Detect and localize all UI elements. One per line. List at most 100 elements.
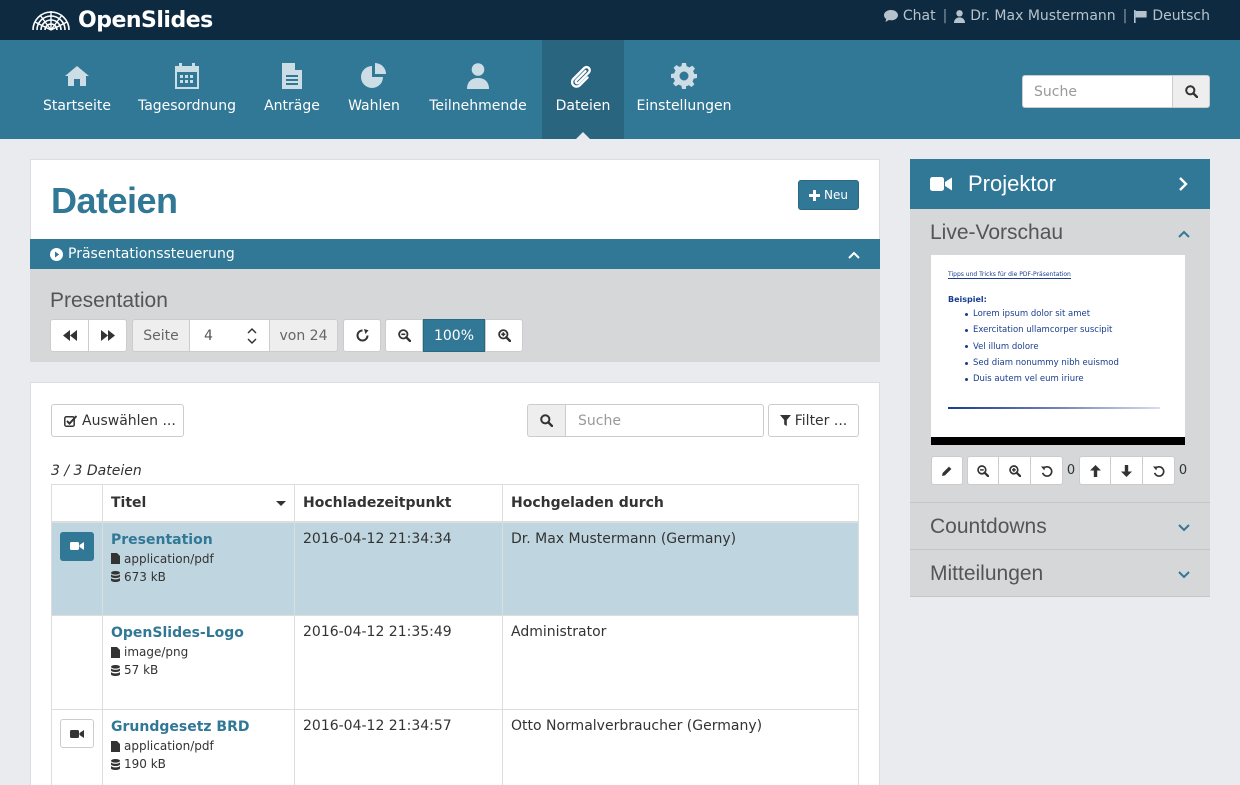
projector-zoom-in-button[interactable] — [999, 456, 1031, 485]
separator: | — [942, 8, 948, 24]
projector-header[interactable]: Projektor — [910, 159, 1210, 209]
file-size: 57 kB — [111, 663, 286, 677]
chevron-down-icon[interactable] — [1178, 567, 1190, 583]
separator: | — [1122, 8, 1128, 24]
nav-item-antraege[interactable]: Anträge — [250, 40, 334, 139]
comment-icon — [883, 10, 898, 22]
countdowns-panel[interactable]: Countdowns — [910, 503, 1210, 550]
chevron-right-icon[interactable] — [1178, 176, 1188, 196]
file-icon — [111, 553, 120, 564]
project-button[interactable] — [60, 719, 94, 748]
check-square-icon — [64, 414, 77, 427]
page-number-value: 4 — [204, 327, 213, 344]
upload-time-cell: 2016-04-12 21:34:57 — [294, 709, 503, 785]
upload-time-cell: 2016-04-12 21:35:49 — [294, 615, 503, 710]
slide-subtitle: Beispiel: — [948, 295, 987, 304]
logo-text: OpenSlides — [78, 7, 213, 33]
files-search-input[interactable] — [566, 404, 764, 437]
project-button[interactable] — [60, 531, 94, 561]
arrow-down-icon — [1121, 464, 1132, 477]
logo-icon — [32, 11, 70, 31]
nav-item-dateien[interactable]: Dateien — [542, 40, 624, 140]
reload-button[interactable] — [343, 319, 381, 352]
file-title-link[interactable]: OpenSlides-Logo — [111, 625, 286, 641]
file-text-icon — [281, 62, 303, 90]
global-search-button[interactable] — [1172, 75, 1210, 108]
uploader-cell: Otto Normalverbraucher (Germany) — [502, 709, 859, 785]
nav-item-teilnehmende[interactable]: Teilnehmende — [414, 40, 542, 139]
scroll-reset-button[interactable] — [1143, 456, 1175, 485]
file-title-link[interactable]: Presentation — [111, 532, 286, 548]
forward-icon — [100, 330, 115, 341]
active-caret — [575, 132, 591, 140]
chevron-down-icon[interactable] — [1178, 520, 1190, 536]
nav-label: Einstellungen — [636, 98, 732, 114]
next-page-button[interactable] — [89, 319, 127, 352]
file-size-value: 190 kB — [124, 757, 166, 771]
projector-zoom-out-button[interactable] — [967, 456, 999, 485]
zoom-in-button[interactable] — [485, 319, 523, 352]
select-mode-button[interactable]: Auswählen ... — [51, 404, 184, 437]
user-name: Dr. Max Mustermann — [970, 8, 1116, 24]
scroll-down-button[interactable] — [1111, 456, 1143, 485]
title-cell: Presentation application/pdf 673 kB — [102, 521, 295, 616]
user-menu[interactable]: Dr. Max Mustermann — [954, 8, 1116, 24]
scroll-counter: 0 — [1178, 463, 1188, 478]
presentation-control-header[interactable]: Präsentationssteuerung — [30, 239, 880, 269]
calendar-icon — [174, 62, 200, 90]
chevron-up-icon[interactable] — [848, 247, 860, 263]
title-column-label: Titel — [111, 494, 147, 511]
global-search-input[interactable] — [1022, 75, 1172, 108]
projector-preview[interactable]: Tipps und Tricks für die PDF-Präsentatio… — [931, 255, 1185, 445]
spinner-icon[interactable] — [247, 327, 257, 345]
upload-time-column-header[interactable]: Hochladezeitpunkt — [294, 484, 503, 523]
database-icon — [111, 758, 120, 770]
file-type: application/pdf — [111, 739, 286, 753]
openslides-logo[interactable]: OpenSlides — [30, 6, 213, 34]
undo-icon — [1152, 465, 1164, 477]
nav-item-startseite[interactable]: Startseite — [30, 40, 124, 139]
table-header-row: Titel Hochladezeitpunkt Hochgeladen durc… — [51, 484, 859, 523]
arrow-up-icon — [1089, 464, 1101, 477]
filter-icon — [779, 415, 791, 426]
projector-cell — [51, 709, 103, 785]
previous-page-button[interactable] — [50, 319, 89, 352]
table-row[interactable]: Presentation application/pdf 673 kB 2016… — [51, 521, 859, 616]
file-icon — [111, 740, 120, 752]
table-row[interactable]: OpenSlides-Logo image/png 57 kB 2016-04-… — [51, 615, 859, 710]
main-navigation: Startseite Tagesordnung Anträge Wahlen T… — [0, 40, 1240, 140]
chat-link[interactable]: Chat — [883, 8, 936, 24]
scroll-up-button[interactable] — [1079, 456, 1111, 485]
zoom-out-button[interactable] — [385, 319, 423, 352]
messages-panel[interactable]: Mitteilungen — [910, 550, 1210, 597]
title-cell: OpenSlides-Logo image/png 57 kB — [102, 615, 295, 710]
file-title-link[interactable]: Grundgesetz BRD — [111, 719, 286, 735]
page-number-input[interactable]: 4 — [190, 319, 269, 352]
nav-item-wahlen[interactable]: Wahlen — [334, 40, 414, 139]
zoom-in-icon — [497, 329, 511, 342]
file-size-value: 673 kB — [124, 569, 166, 584]
live-preview-title[interactable]: Live-Vorschau — [930, 221, 1063, 245]
presentation-file-name: Presentation — [50, 289, 168, 312]
page-label: Seite — [132, 319, 190, 352]
edit-projector-button[interactable] — [931, 456, 963, 485]
messages-title: Mitteilungen — [930, 562, 1044, 585]
language-menu[interactable]: Deutsch — [1134, 8, 1210, 24]
nav-label: Anträge — [264, 98, 320, 114]
nav-label: Wahlen — [348, 98, 400, 114]
slide-footer-line — [948, 407, 1160, 409]
uploader-column-header[interactable]: Hochgeladen durch — [502, 484, 859, 523]
projector-reset-zoom-button[interactable] — [1031, 456, 1063, 485]
file-count: 3 / 3 Dateien — [51, 463, 142, 479]
live-preview-panel: Live-Vorschau Tipps und Tricks für die P… — [910, 209, 1210, 503]
new-file-button[interactable]: Neu — [798, 180, 859, 210]
zoom-level[interactable]: 100% — [423, 319, 485, 352]
nav-item-einstellungen[interactable]: Einstellungen — [624, 40, 744, 139]
title-column-header[interactable]: Titel — [102, 484, 295, 523]
filter-button[interactable]: Filter ... — [768, 404, 859, 437]
nav-item-tagesordnung[interactable]: Tagesordnung — [124, 40, 250, 139]
table-row[interactable]: Grundgesetz BRD application/pdf 190 kB 2… — [51, 709, 859, 785]
chevron-up-icon[interactable] — [1178, 226, 1190, 242]
file-type: image/png — [111, 645, 286, 659]
upload-time-cell: 2016-04-12 21:34:34 — [294, 521, 503, 616]
